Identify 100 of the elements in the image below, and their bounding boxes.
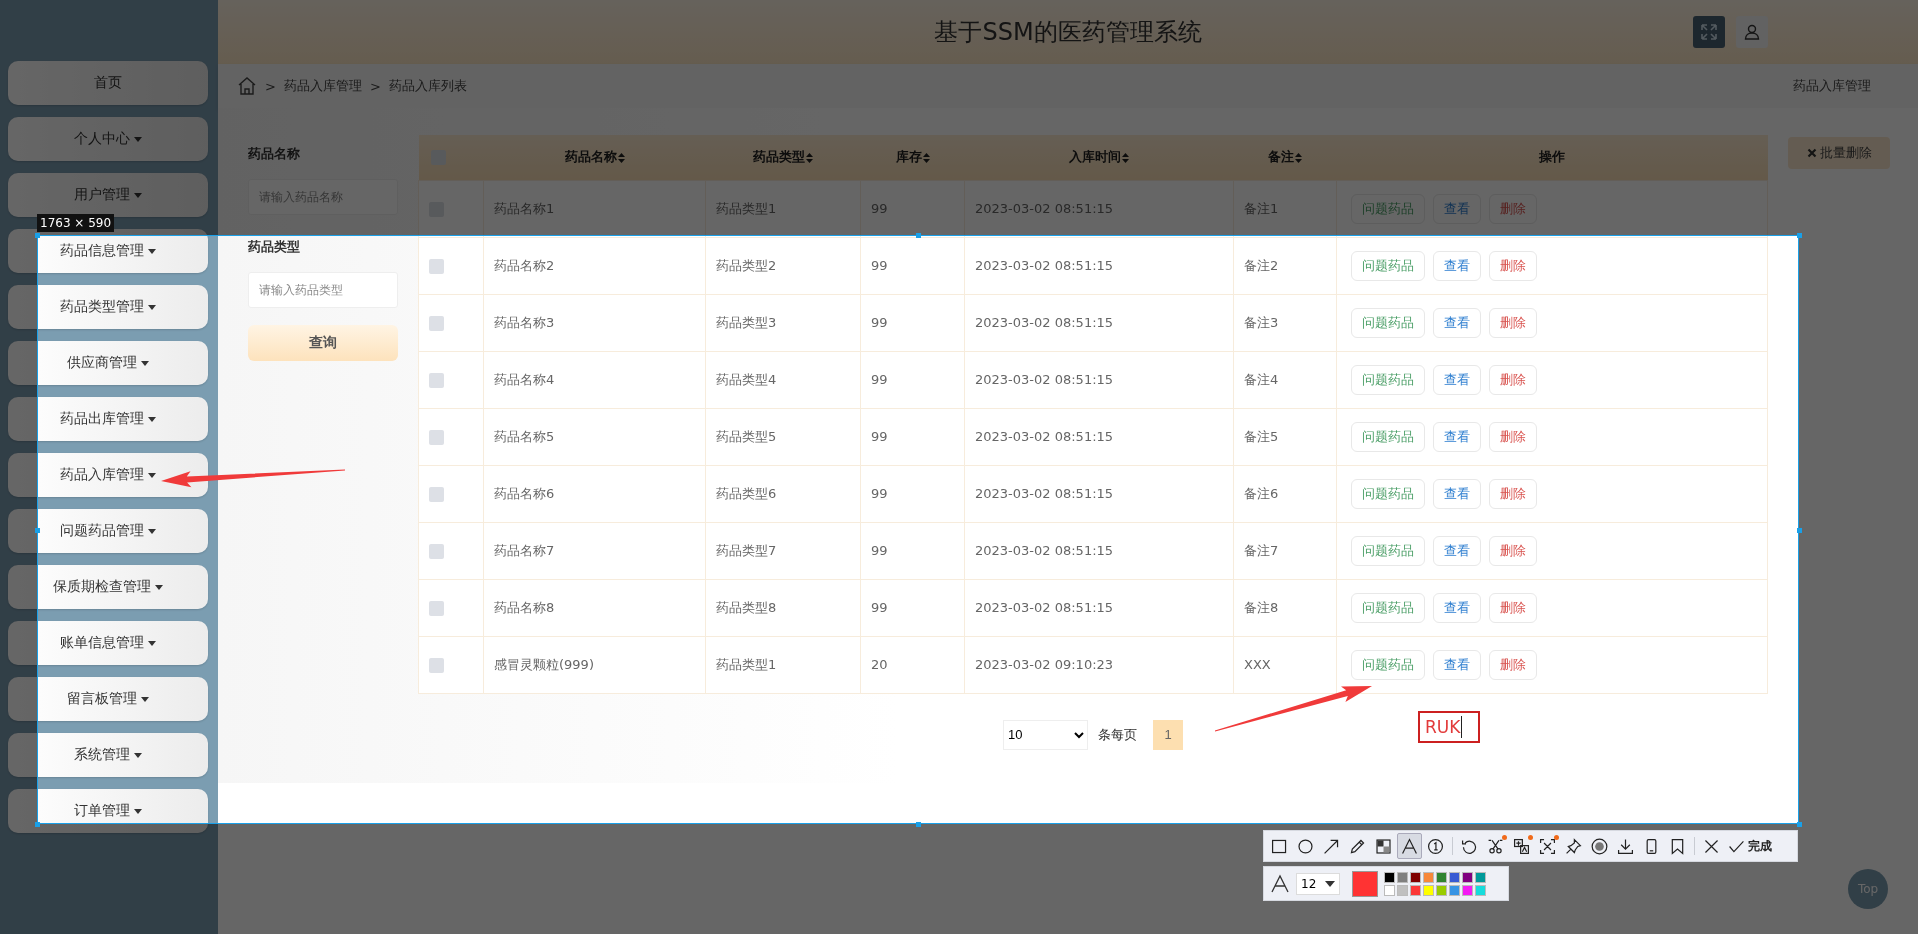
sort-icon[interactable]: [1295, 152, 1302, 163]
checkbox[interactable]: [429, 600, 444, 616]
sidebar-menu-button[interactable]: 首页: [8, 61, 208, 105]
breadcrumb-separator: >: [265, 78, 276, 94]
checkbox[interactable]: [429, 657, 444, 673]
sidebar-menu-button[interactable]: 用户管理: [8, 173, 208, 217]
checkbox[interactable]: [429, 429, 444, 445]
row-action-button[interactable]: 查看: [1433, 193, 1481, 224]
resize-handle[interactable]: [1797, 233, 1802, 238]
column-header[interactable]: 库存: [860, 135, 965, 180]
query-button[interactable]: 查询: [248, 325, 398, 361]
selection-frame[interactable]: [37, 235, 1799, 824]
current-color-swatch[interactable]: [1352, 870, 1378, 897]
sidebar-menu-button[interactable]: 留言板管理: [8, 677, 208, 721]
breadcrumb-link[interactable]: 药品入库列表: [388, 77, 467, 95]
sidebar-menu-button[interactable]: 账单信息管理: [8, 621, 208, 665]
row-action-button[interactable]: 查看: [1433, 592, 1481, 623]
row-action-button[interactable]: 查看: [1433, 649, 1481, 680]
tool-button[interactable]: [1397, 833, 1422, 859]
resize-handle[interactable]: [35, 233, 40, 238]
row-action-button[interactable]: 问题药品: [1351, 250, 1425, 281]
color-swatch[interactable]: [1436, 871, 1447, 883]
resize-handle[interactable]: [35, 822, 40, 827]
row-action-button[interactable]: 查看: [1433, 535, 1481, 566]
color-swatch[interactable]: [1423, 884, 1434, 896]
row-action-button[interactable]: 删除: [1489, 478, 1537, 509]
column-header[interactable]: 药品类型: [705, 135, 861, 180]
row-action-button[interactable]: 查看: [1433, 421, 1481, 452]
sidebar-menu-button[interactable]: 个人中心: [8, 117, 208, 161]
font-size-select[interactable]: 12: [1296, 872, 1340, 895]
column-header[interactable]: 操作: [1336, 135, 1768, 180]
sort-icon[interactable]: [806, 152, 813, 163]
color-swatch[interactable]: [1462, 884, 1473, 896]
column-header[interactable]: 药品名称: [483, 135, 706, 180]
checkbox[interactable]: [429, 543, 444, 559]
sidebar-menu-button[interactable]: 供应商管理: [8, 341, 208, 385]
checkbox[interactable]: [429, 315, 444, 331]
resize-handle[interactable]: [1797, 822, 1802, 827]
color-swatch[interactable]: [1423, 871, 1434, 883]
breadcrumb-link[interactable]: 药品入库管理: [283, 77, 362, 95]
color-swatch[interactable]: [1397, 871, 1408, 883]
color-swatch[interactable]: [1475, 871, 1486, 883]
row-action-button[interactable]: 问题药品: [1351, 364, 1425, 395]
color-swatch[interactable]: [1475, 884, 1486, 896]
sidebar-menu-button[interactable]: 药品出库管理: [8, 397, 208, 441]
checkbox[interactable]: [429, 258, 444, 274]
color-swatch[interactable]: [1462, 871, 1473, 883]
resize-handle[interactable]: [1797, 527, 1802, 533]
sort-icon[interactable]: [617, 152, 625, 163]
checkbox[interactable]: [429, 486, 444, 502]
resize-handle[interactable]: [916, 233, 921, 238]
sort-icon[interactable]: [922, 152, 930, 163]
row-action-button[interactable]: 删除: [1489, 535, 1537, 566]
row-action-button[interactable]: 问题药品: [1351, 592, 1425, 623]
sidebar-menu-button[interactable]: 保质期检查管理: [8, 565, 208, 609]
row-action-button[interactable]: 删除: [1489, 421, 1537, 452]
resize-handle[interactable]: [916, 822, 921, 827]
fullscreen-button[interactable]: [1693, 16, 1725, 48]
row-action-button[interactable]: 删除: [1489, 250, 1537, 281]
batch-delete-button[interactable]: 批量删除: [1788, 137, 1890, 169]
resize-handle[interactable]: [35, 527, 40, 533]
color-swatch[interactable]: [1410, 871, 1421, 883]
checkbox[interactable]: [429, 372, 444, 388]
row-action-button[interactable]: 问题药品: [1351, 535, 1425, 566]
row-action-button[interactable]: 问题药品: [1351, 421, 1425, 452]
sidebar-menu-button[interactable]: 药品类型管理: [8, 285, 208, 329]
sidebar-menu-button[interactable]: 系统管理: [8, 733, 208, 777]
search-field[interactable]: 请输入药品类型: [248, 272, 398, 308]
color-swatch[interactable]: [1397, 884, 1408, 896]
row-action-button[interactable]: 问题药品: [1351, 307, 1425, 338]
row-action-button[interactable]: 查看: [1433, 364, 1481, 395]
done-button[interactable]: 完成: [1725, 833, 1774, 859]
column-header[interactable]: 入库时间: [964, 135, 1234, 180]
color-swatch[interactable]: [1436, 884, 1447, 896]
color-swatch[interactable]: [1449, 871, 1460, 883]
row-action-button[interactable]: 删除: [1489, 193, 1537, 224]
sidebar-menu-button[interactable]: 药品信息管理: [8, 229, 208, 273]
row-action-button[interactable]: 查看: [1433, 478, 1481, 509]
text-annotation[interactable]: RUK: [1418, 711, 1480, 743]
color-swatch[interactable]: [1449, 884, 1460, 896]
sort-icon[interactable]: [1122, 152, 1129, 163]
row-action-button[interactable]: 查看: [1433, 250, 1481, 281]
sidebar-menu-button[interactable]: 药品入库管理: [8, 453, 208, 497]
page-button[interactable]: 1: [1153, 719, 1183, 750]
user-button[interactable]: [1736, 16, 1768, 48]
sidebar-menu-button[interactable]: 问题药品管理: [8, 509, 208, 553]
row-action-button[interactable]: 查看: [1433, 307, 1481, 338]
row-action-button[interactable]: 问题药品: [1351, 649, 1425, 680]
row-action-button[interactable]: 删除: [1489, 592, 1537, 623]
row-action-button[interactable]: 删除: [1489, 364, 1537, 395]
sidebar-menu-button[interactable]: 订单管理: [8, 789, 208, 833]
row-action-button[interactable]: 问题药品: [1351, 478, 1425, 509]
home-icon[interactable]: [237, 76, 257, 96]
color-swatch[interactable]: [1384, 884, 1395, 896]
color-swatch[interactable]: [1384, 871, 1395, 883]
page-size-select[interactable]: 10: [1003, 719, 1088, 750]
color-swatch[interactable]: [1410, 884, 1421, 896]
row-action-button[interactable]: 删除: [1489, 649, 1537, 680]
row-action-button[interactable]: 删除: [1489, 307, 1537, 338]
column-header[interactable]: 备注: [1233, 135, 1337, 180]
